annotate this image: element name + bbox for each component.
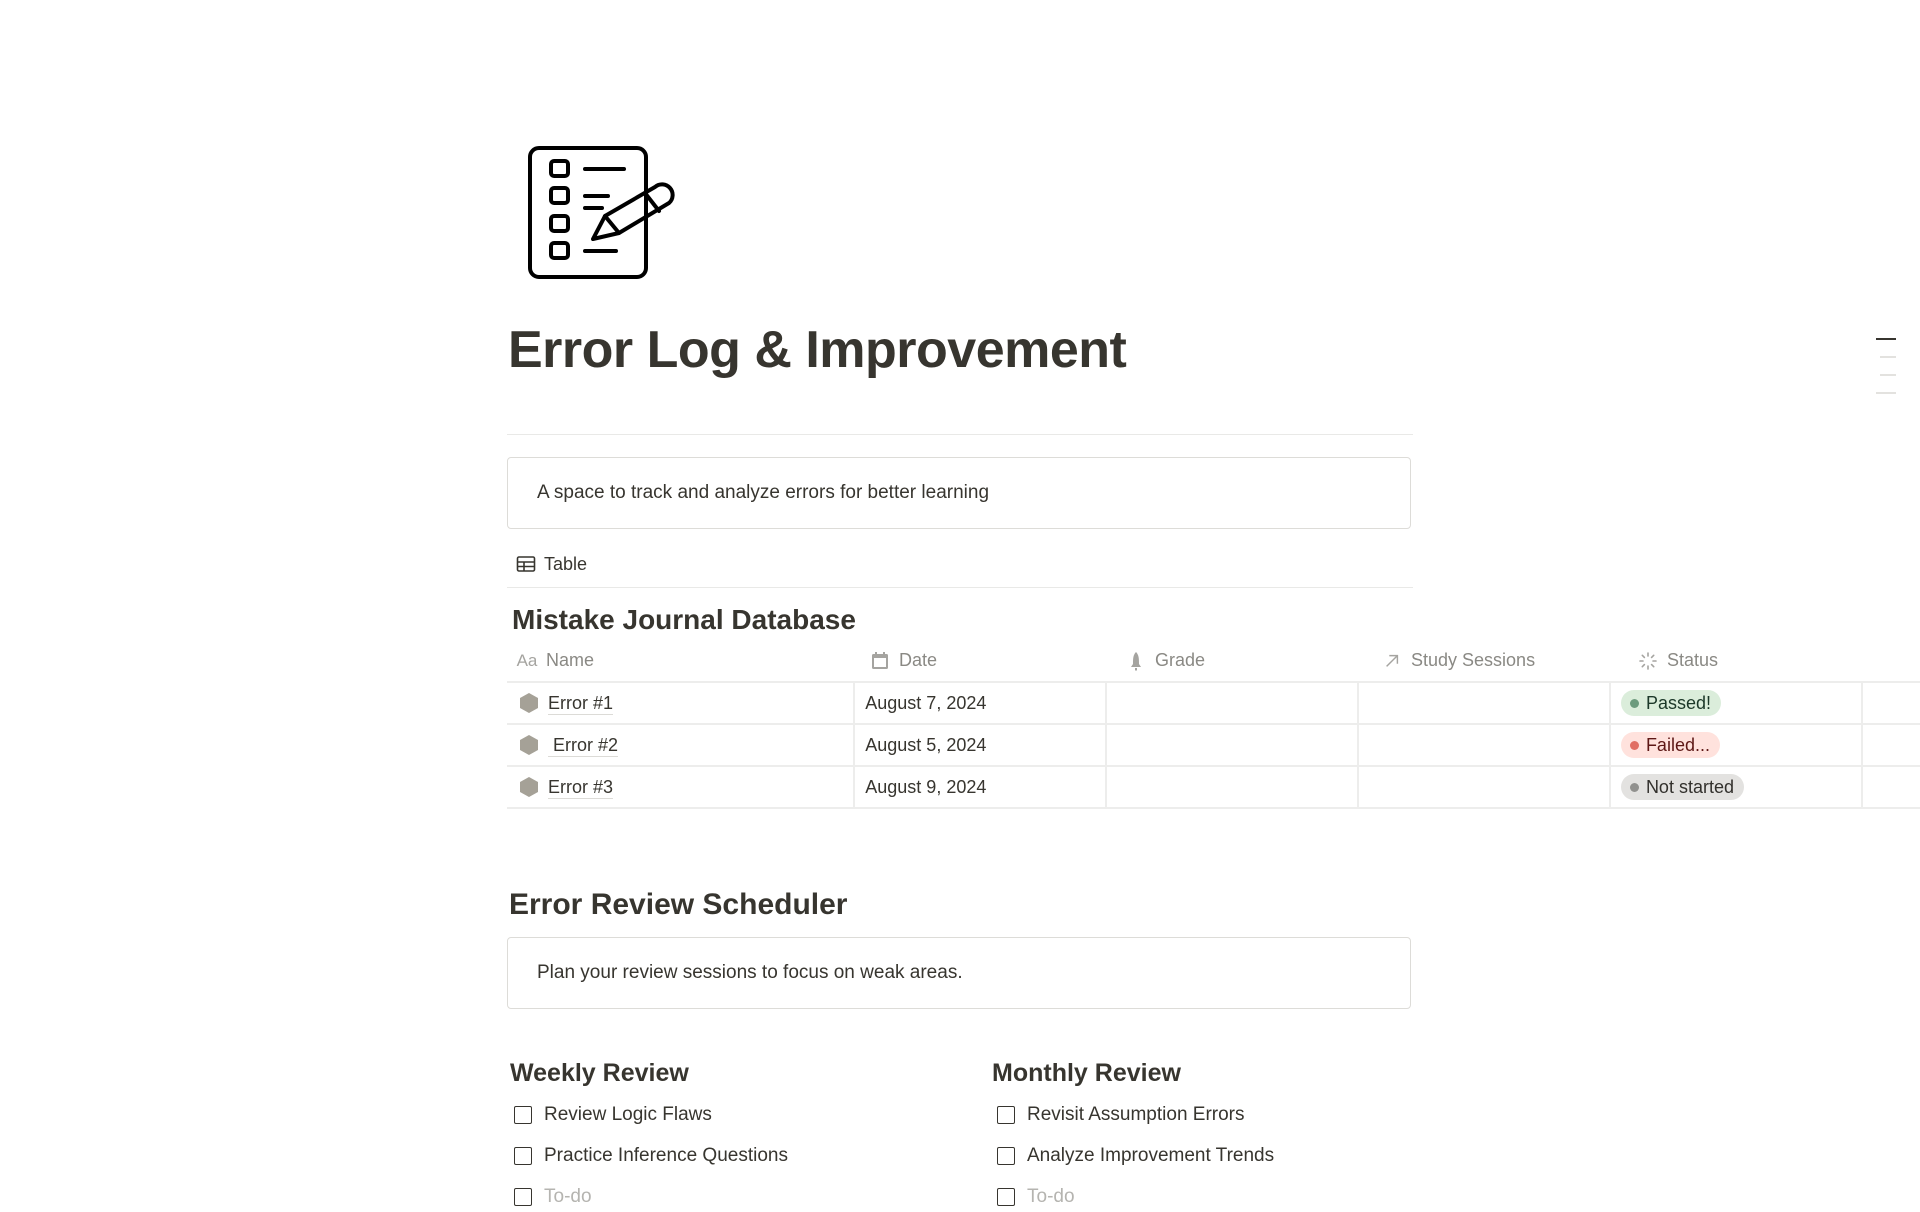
cell-status[interactable]: Failed... <box>1608 725 1861 765</box>
cell-date[interactable]: August 5, 2024 <box>853 725 1105 765</box>
page-hexagon-icon <box>520 777 538 797</box>
checkbox[interactable] <box>997 1188 1015 1206</box>
status-badge: Failed... <box>1620 732 1720 758</box>
scheduler-description: Plan your review sessions to focus on we… <box>537 962 963 983</box>
cell-add-column[interactable] <box>1860 725 1920 765</box>
page-icon[interactable] <box>527 145 675 281</box>
column-header-name[interactable]: Aa Name <box>507 640 859 681</box>
page-outline[interactable] <box>1876 338 1896 410</box>
table-row[interactable]: Error #2 August 5, 2024 Failed... <box>507 725 1920 767</box>
page-hexagon-icon <box>520 735 538 755</box>
status-dot <box>1629 698 1639 708</box>
description-callout[interactable]: A space to track and analyze errors for … <box>507 457 1411 529</box>
row-name-link[interactable]: Error #1 <box>548 692 614 715</box>
page-title[interactable]: Error Log & Improvement <box>508 318 1127 382</box>
view-tab-table[interactable]: Table <box>516 550 587 578</box>
cell-add-column[interactable] <box>1860 683 1920 723</box>
status-dot <box>1629 782 1639 792</box>
table-header: Aa Name Date Grade Study Sessions Status <box>507 640 1920 683</box>
status-spinner-icon <box>1637 650 1659 672</box>
outline-item[interactable] <box>1876 392 1896 394</box>
column-header-study-sessions[interactable]: Study Sessions <box>1371 640 1627 681</box>
cell-study-sessions[interactable] <box>1357 767 1609 807</box>
cell-name[interactable]: Error #3 <box>507 767 853 807</box>
column-header-status[interactable]: Status <box>1627 640 1883 681</box>
todo-item[interactable]: Revisit Assumption Errors <box>997 1100 1412 1130</box>
todo-item[interactable]: Practice Inference Questions <box>514 1141 970 1171</box>
checkbox[interactable] <box>997 1147 1015 1165</box>
todo-placeholder[interactable]: To-do <box>997 1182 1412 1212</box>
checkbox[interactable] <box>997 1106 1015 1124</box>
todo-item[interactable]: Analyze Improvement Trends <box>997 1141 1412 1171</box>
description-text: A space to track and analyze errors for … <box>537 482 990 503</box>
outline-item-active[interactable] <box>1876 338 1896 340</box>
scheduler-heading[interactable]: Error Review Scheduler <box>509 885 847 925</box>
row-name-link[interactable]: Error #3 <box>548 776 614 799</box>
cell-grade[interactable] <box>1105 725 1357 765</box>
status-badge: Not started <box>1620 774 1744 800</box>
column-header-grade[interactable]: Grade <box>1115 640 1371 681</box>
cell-add-column[interactable] <box>1860 767 1920 807</box>
cell-status[interactable]: Passed! <box>1608 683 1861 723</box>
cell-date[interactable]: August 7, 2024 <box>853 683 1105 723</box>
cell-study-sessions[interactable] <box>1357 683 1609 723</box>
page-hexagon-icon <box>520 693 538 713</box>
view-tab-label: Table <box>544 553 588 574</box>
checklist-pencil-icon <box>528 146 675 279</box>
cell-date[interactable]: August 9, 2024 <box>853 767 1105 807</box>
status-badge: Passed! <box>1620 690 1721 716</box>
monthly-review-column: Monthly Review Revisit Assumption Errors… <box>992 1056 1412 1212</box>
divider <box>507 434 1413 435</box>
cell-study-sessions[interactable] <box>1357 725 1609 765</box>
relation-arrow-icon <box>1381 650 1403 672</box>
table-icon <box>516 556 536 572</box>
outline-item[interactable] <box>1880 356 1896 358</box>
checkbox[interactable] <box>514 1147 532 1165</box>
mistake-journal-table: Aa Name Date Grade Study Sessions Status… <box>507 640 1920 809</box>
row-name-link[interactable]: Error #2 <box>548 734 619 757</box>
table-row[interactable]: Error #3 August 9, 2024 Not started <box>507 767 1920 809</box>
column-header-date[interactable]: Date <box>859 640 1115 681</box>
todo-placeholder[interactable]: To-do <box>514 1182 970 1212</box>
checkbox[interactable] <box>514 1188 532 1206</box>
outline-item[interactable] <box>1880 374 1896 376</box>
cell-name[interactable]: Error #1 <box>507 683 853 723</box>
checkbox[interactable] <box>514 1106 532 1124</box>
scheduler-callout[interactable]: Plan your review sessions to focus on we… <box>507 937 1411 1009</box>
text-aa-icon: Aa <box>516 650 538 670</box>
database-title[interactable]: Mistake Journal Database <box>512 601 856 639</box>
weekly-review-column: Weekly Review Review Logic Flaws Practic… <box>510 1056 970 1212</box>
cell-name[interactable]: Error #2 <box>507 725 853 765</box>
cell-grade[interactable] <box>1105 683 1357 723</box>
status-dot <box>1629 740 1639 750</box>
todo-item[interactable]: Review Logic Flaws <box>514 1100 970 1130</box>
table-row[interactable]: Error #1 August 7, 2024 Passed! <box>507 683 1920 725</box>
monthly-review-heading[interactable]: Monthly Review <box>992 1056 1412 1090</box>
cell-status[interactable]: Not started <box>1608 767 1861 807</box>
calendar-icon <box>869 650 891 672</box>
rocket-icon <box>1125 650 1147 672</box>
cell-grade[interactable] <box>1105 767 1357 807</box>
weekly-review-heading[interactable]: Weekly Review <box>510 1056 970 1090</box>
divider <box>507 587 1413 588</box>
